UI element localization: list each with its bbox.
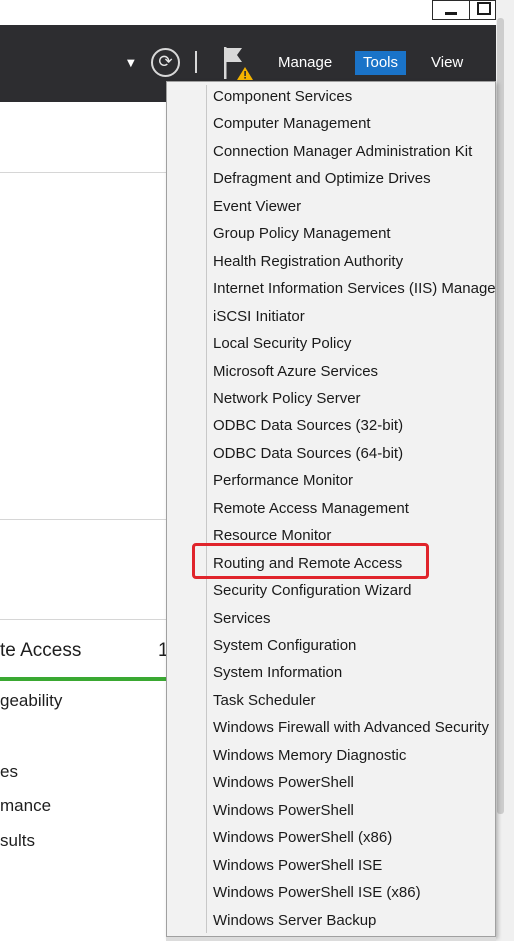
menu-item-odbc-64-bit[interactable]: ODBC Data Sources (64-bit) <box>213 440 495 467</box>
menu-item-health-registration-authority[interactable]: Health Registration Authority <box>213 248 495 275</box>
menu-item-task-scheduler[interactable]: Task Scheduler <box>213 687 495 714</box>
menu-item-odbc-32-bit[interactable]: ODBC Data Sources (32-bit) <box>213 412 495 439</box>
menu-item-windows-server-backup[interactable]: Windows Server Backup <box>213 907 495 934</box>
menu-gutter-line <box>206 85 207 933</box>
menu-item-windows-powershell[interactable]: Windows PowerShell <box>213 769 495 796</box>
menu-item-iis-manager[interactable]: Internet Information Services (IIS) Mana… <box>213 275 495 302</box>
tile-link-services[interactable]: es <box>0 762 18 782</box>
notification-flag-warning-icon[interactable] <box>221 45 255 81</box>
menu-item-iscsi-initiator[interactable]: iSCSI Initiator <box>213 303 495 330</box>
menu-item-component-services[interactable]: Component Services <box>213 83 495 110</box>
view-menu[interactable]: View <box>423 51 471 75</box>
menu-item-network-policy-server[interactable]: Network Policy Server <box>213 385 495 412</box>
menu-item-connection-manager-administration-kit[interactable]: Connection Manager Administration Kit <box>213 138 495 165</box>
menu-item-windows-powershell[interactable]: Windows PowerShell <box>213 797 495 824</box>
menu-item-microsoft-azure-services[interactable]: Microsoft Azure Services <box>213 358 495 385</box>
menu-item-defragment-and-optimize-drives[interactable]: Defragment and Optimize Drives <box>213 165 495 192</box>
panel-divider <box>0 172 170 173</box>
menu-item-windows-memory-diagnostic[interactable]: Windows Memory Diagnostic <box>213 742 495 769</box>
menu-item-performance-monitor[interactable]: Performance Monitor <box>213 467 495 494</box>
menu-item-local-security-policy[interactable]: Local Security Policy <box>213 330 495 357</box>
minimize-button[interactable] <box>432 0 470 20</box>
maximize-icon <box>477 2 491 15</box>
tools-menu[interactable]: Tools <box>355 51 407 75</box>
menu-item-group-policy-management[interactable]: Group Policy Management <box>213 220 495 247</box>
tile-link-bpa-results[interactable]: sults <box>0 831 35 851</box>
menu-item-windows-powershell-x86[interactable]: Windows PowerShell (x86) <box>213 824 495 851</box>
role-tile-accent-bar <box>0 677 170 681</box>
panel-divider <box>0 519 170 520</box>
manage-menu[interactable]: Manage <box>270 51 340 75</box>
header-separator <box>195 51 197 73</box>
tile-link-manageability[interactable]: geability <box>0 691 62 711</box>
menu-item-system-configuration[interactable]: System Configuration <box>213 632 495 659</box>
highlight-box <box>192 543 429 579</box>
menu-item-event-viewer[interactable]: Event Viewer <box>213 193 495 220</box>
dropdown-arrow-icon[interactable]: ▼ <box>127 58 135 69</box>
minimize-icon <box>445 12 457 15</box>
refresh-icon[interactable]: ⟳ <box>151 48 180 77</box>
tile-link-performance[interactable]: mance <box>0 796 51 816</box>
menu-item-remote-access-management[interactable]: Remote Access Management <box>213 495 495 522</box>
menu-item-windows-powershell-ise-x86[interactable]: Windows PowerShell ISE (x86) <box>213 879 495 906</box>
role-tile-title[interactable]: te Access <box>0 640 81 662</box>
menu-item-computer-management[interactable]: Computer Management <box>213 110 495 137</box>
menu-item-security-configuration-wizard[interactable]: Security Configuration Wizard <box>213 577 495 604</box>
menu-bottom-edge <box>166 937 496 941</box>
menu-item-windows-powershell-ise[interactable]: Windows PowerShell ISE <box>213 852 495 879</box>
tools-dropdown-menu: Component Services Computer Management C… <box>166 81 496 937</box>
panel-divider <box>0 619 170 620</box>
menu-item-system-information[interactable]: System Information <box>213 659 495 686</box>
maximize-button[interactable] <box>469 0 496 20</box>
menu-item-windows-firewall[interactable]: Windows Firewall with Advanced Security <box>213 714 495 741</box>
scrollbar-thumb[interactable] <box>497 18 504 814</box>
menu-item-services[interactable]: Services <box>213 605 495 632</box>
